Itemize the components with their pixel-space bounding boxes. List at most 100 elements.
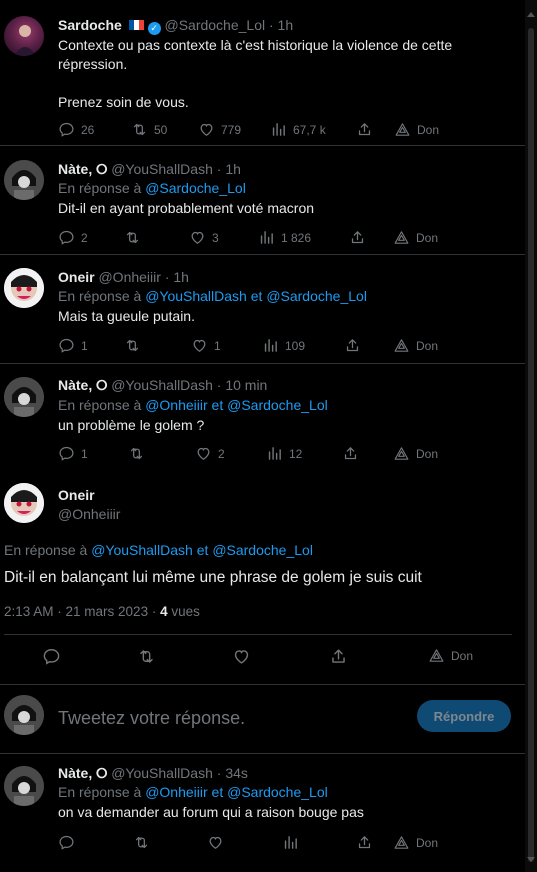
author-name[interactable]: Sardoche	[58, 17, 122, 33]
like-button[interactable]: 2	[195, 445, 225, 462]
mention-link[interactable]: @Sardoche_Lol	[266, 288, 367, 304]
retweet-button[interactable]	[124, 229, 141, 246]
mention-link[interactable]: @YouShallDash	[145, 288, 247, 304]
scroll-down-arrow-icon[interactable]	[527, 857, 535, 862]
scrollbar-thumb[interactable]	[528, 28, 534, 862]
retweet-button[interactable]: 50	[131, 121, 167, 138]
retweet-button[interactable]	[133, 834, 150, 851]
share-button[interactable]	[344, 337, 361, 354]
share-button[interactable]	[329, 647, 348, 666]
scroll-up-arrow-icon[interactable]	[527, 12, 535, 17]
mention-link[interactable]: @Sardoche_Lol	[227, 397, 328, 413]
mention-link[interactable]: @Onheiiir	[145, 397, 207, 413]
tweet-header: Nàte, ⭘ @YouShallDash · 1h	[58, 161, 241, 178]
tweet-nate-1[interactable]: Nàte, ⭘ @YouShallDash · 1h En réponse à …	[0, 146, 525, 254]
like-button[interactable]: 779	[198, 121, 241, 138]
views-button[interactable]: 109	[262, 337, 305, 354]
reply-button[interactable]: 1	[58, 337, 88, 354]
tip-icon	[393, 337, 410, 354]
author-name[interactable]: Nàte, ⭘	[58, 161, 107, 177]
like-button[interactable]: 3	[189, 229, 219, 246]
avatar[interactable]	[4, 483, 44, 523]
tweet-oneir-1[interactable]: Oneir @Onheiiir · 1h En réponse à @YouSh…	[0, 255, 525, 363]
avatar[interactable]	[4, 695, 44, 735]
scrollbar[interactable]	[525, 0, 537, 872]
tweet-time[interactable]: · 1h	[217, 161, 241, 177]
tweet-nate-3[interactable]: Nàte, ⭘ @YouShallDash · 34s En réponse à…	[0, 754, 525, 872]
mention-link[interactable]: @Sardoche_Lol	[145, 180, 246, 196]
reply-button[interactable]	[42, 647, 61, 666]
like-count: 1	[214, 338, 221, 353]
retweet-button[interactable]	[124, 337, 141, 354]
views-button[interactable]: 1 826	[258, 229, 311, 246]
views-button[interactable]: 12	[266, 445, 302, 462]
mention-link[interactable]: @YouShallDash	[91, 542, 193, 558]
france-flag-icon	[128, 20, 144, 30]
like-icon	[191, 337, 208, 354]
views-count: 4	[160, 604, 168, 619]
reply-button[interactable]: 1	[58, 445, 88, 462]
author-handle[interactable]: @YouShallDash	[111, 377, 213, 393]
reply-submit-button[interactable]: Répondre	[417, 700, 511, 732]
views-button[interactable]	[282, 834, 299, 851]
retweet-button[interactable]	[128, 445, 145, 462]
main-tweet[interactable]: Oneir @Onheiiir En réponse à @YouShallDa…	[0, 474, 525, 684]
reply-button[interactable]: 26	[58, 121, 94, 138]
share-button[interactable]	[356, 834, 373, 851]
like-count: 3	[212, 230, 219, 245]
author-handle[interactable]: @Onheiiir	[98, 269, 160, 285]
author-handle[interactable]: @Onheiiir	[58, 506, 120, 522]
author-name[interactable]: Oneir	[58, 269, 95, 285]
avatar[interactable]	[4, 16, 44, 56]
tweet-sardoche[interactable]: Sardoche ✓ @Sardoche_Lol · 1h Contexte o…	[0, 0, 525, 145]
tweet-text: Dit-il en balançant lui même une phrase …	[4, 569, 422, 586]
tip-button[interactable]: Don	[428, 647, 473, 664]
author-name[interactable]: Nàte, ⭘	[58, 377, 107, 393]
retweet-button[interactable]	[137, 647, 156, 666]
retweet-icon	[137, 647, 156, 666]
tip-button[interactable]: Don	[393, 834, 438, 851]
author-handle[interactable]: @Sardoche_Lol	[164, 17, 265, 33]
share-button[interactable]	[342, 445, 359, 462]
author-name[interactable]: Nàte, ⭘	[58, 765, 107, 781]
tip-button[interactable]: Don	[393, 337, 438, 354]
avatar[interactable]	[4, 377, 44, 417]
reply-composer: Tweetez votre réponse. Répondre	[0, 685, 525, 745]
tweet-time[interactable]: · 34s	[217, 765, 248, 781]
tweet-time[interactable]: · 1h	[165, 269, 189, 285]
author-name[interactable]: Oneir	[58, 487, 120, 503]
avatar[interactable]	[4, 766, 44, 806]
tweet-header: Nàte, ⭘ @YouShallDash · 10 min	[58, 377, 267, 394]
tip-button[interactable]: Don	[394, 121, 439, 138]
like-icon	[198, 121, 215, 138]
views-button[interactable]: 67,7 k	[270, 121, 326, 138]
avatar[interactable]	[4, 160, 44, 200]
author-handle[interactable]: @YouShallDash	[111, 765, 213, 781]
share-button[interactable]	[349, 229, 366, 246]
like-button[interactable]: 1	[191, 337, 221, 354]
tip-button[interactable]: Don	[393, 445, 438, 462]
like-button[interactable]	[232, 647, 251, 666]
mention-link[interactable]: @Sardoche_Lol	[212, 542, 313, 558]
tweet-time[interactable]: · 1h	[269, 17, 293, 33]
share-button[interactable]	[356, 121, 373, 138]
mention-link[interactable]: @Sardoche_Lol	[227, 784, 328, 800]
reply-input[interactable]: Tweetez votre réponse.	[58, 708, 245, 729]
views-count: 1 826	[281, 230, 312, 245]
author-handle[interactable]: @YouShallDash	[111, 161, 213, 177]
tip-label: Don	[416, 338, 439, 353]
tip-button[interactable]: Don	[393, 229, 438, 246]
mention-link[interactable]: @Onheiiir	[145, 784, 207, 800]
reply-button[interactable]: 2	[58, 229, 88, 246]
avatar[interactable]	[4, 268, 44, 308]
verified-badge-icon: ✓	[147, 22, 161, 35]
timestamp-text[interactable]: 2:13 AM · 21 mars 2023 ·	[4, 604, 156, 619]
tip-label: Don	[417, 122, 440, 137]
reply-context: En réponse à @Onheiiir et @Sardoche_Lol	[58, 397, 328, 413]
views-count: 109	[285, 338, 306, 353]
like-button[interactable]	[207, 834, 224, 851]
tweet-nate-2[interactable]: Nàte, ⭘ @YouShallDash · 10 min En répons…	[0, 364, 525, 474]
share-icon	[349, 229, 366, 246]
tweet-time[interactable]: · 10 min	[217, 377, 268, 393]
reply-button[interactable]	[58, 834, 75, 851]
